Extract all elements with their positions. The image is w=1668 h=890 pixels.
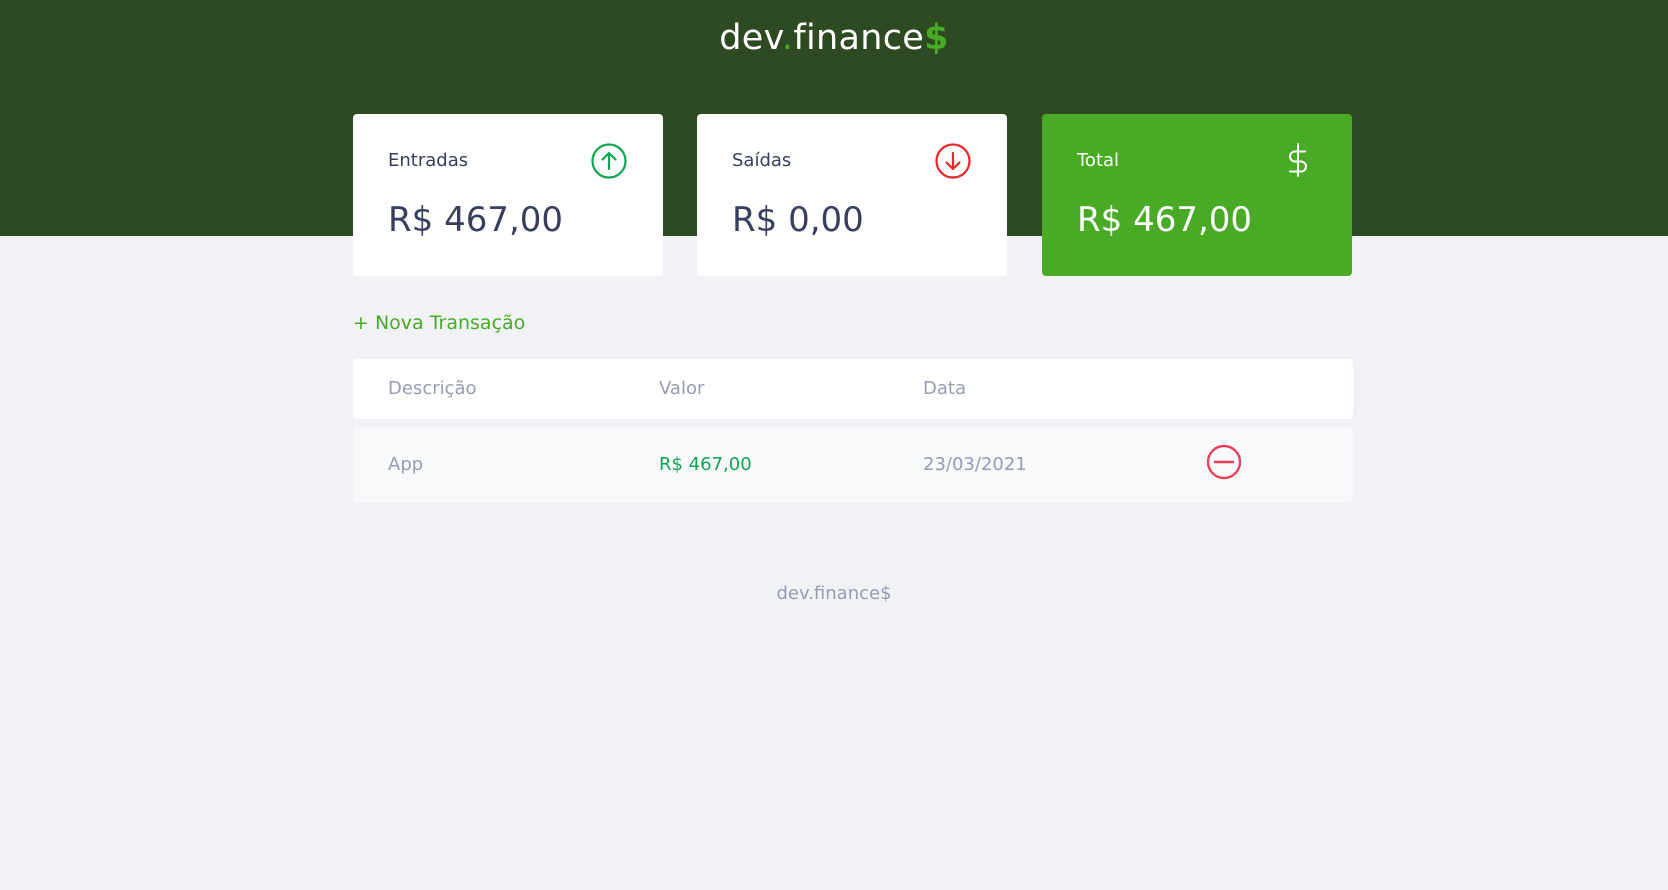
expense-label: Saídas	[732, 150, 792, 171]
minus-circle-icon[interactable]	[1206, 444, 1242, 480]
total-label: Total	[1077, 150, 1120, 171]
dollar-icon	[1289, 143, 1307, 177]
income-card: Entradas R$ 467,00	[353, 114, 663, 276]
income-label: Entradas	[388, 150, 469, 171]
logo-finance: finance	[793, 18, 925, 58]
total-card: Total R$ 467,00	[1042, 114, 1352, 276]
header-date: Data	[923, 378, 966, 399]
expense-value: R$ 0,00	[732, 200, 864, 240]
transaction-description: App	[388, 454, 424, 475]
expense-card: Saídas R$ 0,00	[697, 114, 1007, 276]
logo-dot: .	[781, 18, 794, 58]
header-amount: Valor	[659, 378, 705, 399]
transactions-table-header: Descrição Valor Data	[353, 359, 1353, 419]
logo-dollar: $	[924, 18, 949, 58]
transaction-date: 23/03/2021	[923, 454, 1027, 475]
arrow-up-circle-icon	[591, 143, 627, 179]
table-row: App R$ 467,00 23/03/2021	[353, 427, 1353, 503]
total-value: R$ 467,00	[1077, 200, 1253, 240]
arrow-down-circle-icon	[935, 143, 971, 179]
logo-dev: dev	[719, 18, 782, 58]
footer-text: dev.finance$	[776, 583, 892, 604]
transaction-amount: R$ 467,00	[659, 454, 752, 475]
page-footer: dev.finance$	[0, 583, 1668, 604]
app-logo: dev.finance$	[0, 18, 1668, 58]
income-value: R$ 467,00	[388, 200, 564, 240]
new-transaction-link[interactable]: + Nova Transação	[353, 312, 525, 334]
header-description: Descrição	[388, 378, 477, 399]
